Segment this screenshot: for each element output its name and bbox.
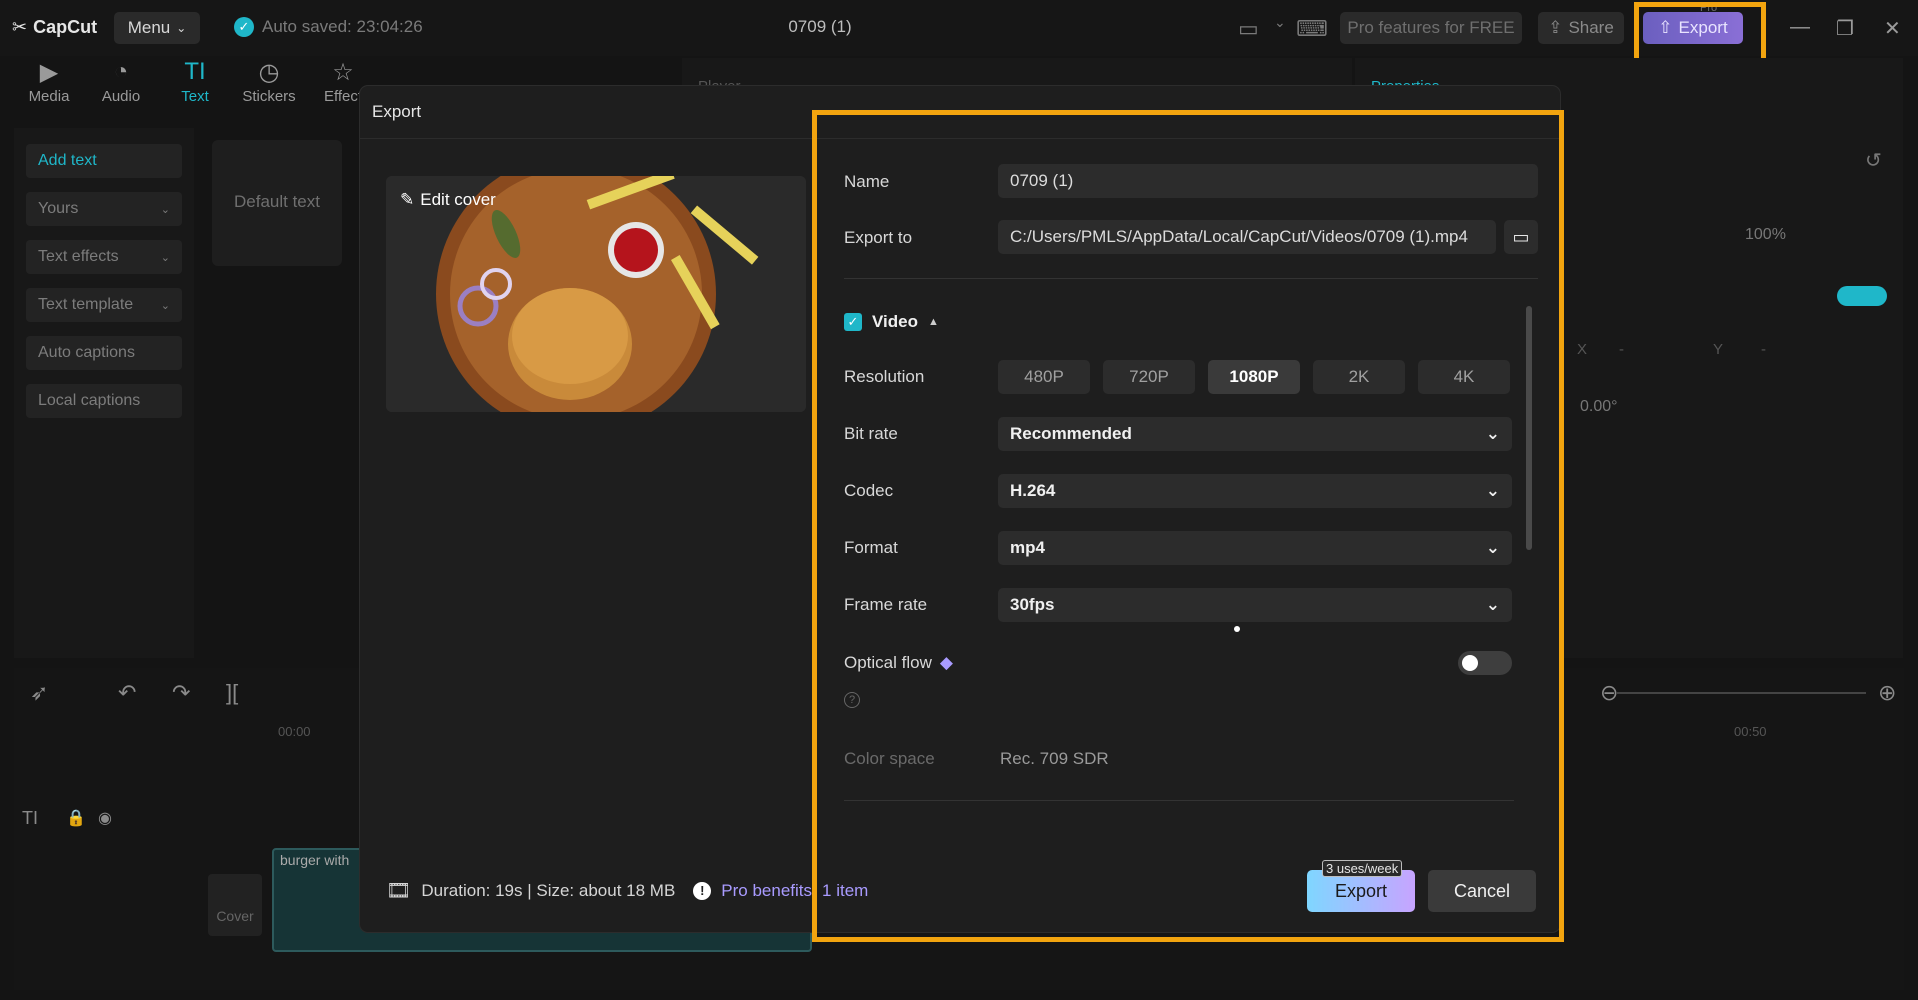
chevron-down-icon: ⌄ [176, 21, 187, 35]
cover-button[interactable]: Cover [208, 874, 262, 936]
auto-captions-item[interactable]: Auto captions [26, 336, 182, 370]
top-bar: ✂ CapCut Menu ⌄ ✓ Auto saved: 23:04:26 0… [0, 0, 1918, 64]
text-icon: TI [184, 58, 206, 85]
chevron-down-icon: ⌄ [160, 203, 170, 216]
export-highlight-box [1634, 2, 1766, 64]
tab-audio[interactable]: ◔ Audio [86, 58, 156, 105]
undo-icon[interactable]: ↶ [118, 680, 136, 706]
check-circle-icon: ✓ [234, 17, 254, 37]
info-icon: ! [693, 881, 712, 900]
lock-icon[interactable]: 🔒 [66, 808, 86, 828]
audio-icon: ◔ [113, 58, 129, 85]
media-icon: ▶ [39, 59, 59, 86]
yours-item[interactable]: Yours ⌄ [26, 192, 182, 226]
edit-cover-button[interactable]: ✎ Edit cover [400, 190, 496, 210]
pro-benefits-link[interactable]: Pro benefits [721, 881, 812, 901]
project-title: 0709 (1) [788, 17, 852, 36]
pencil-icon: ✎ [400, 190, 415, 209]
capcut-window: ✂ CapCut Menu ⌄ ✓ Auto saved: 23:04:26 0… [0, 0, 1918, 1000]
pro-features-free-button[interactable]: Pro features for FREE [1340, 12, 1522, 44]
share-button[interactable]: ⇪ Share [1538, 12, 1624, 44]
text-template-item[interactable]: Text template ⌄ [26, 288, 182, 322]
properties-toggle[interactable] [1837, 286, 1887, 306]
effects-icon: ☆ [332, 59, 354, 86]
default-text-card[interactable]: Default text [212, 140, 342, 266]
layout-icon[interactable]: ▭ [1238, 16, 1259, 42]
tab-stickers[interactable]: ◷ Stickers [234, 58, 304, 105]
text-panel: Add text Yours ⌄ Text effects ⌄ Text templ… [14, 128, 194, 658]
minimize-icon[interactable]: — [1790, 16, 1810, 39]
cursor-icon[interactable]: ➶ [30, 680, 48, 706]
restore-icon[interactable]: ❐ [1836, 16, 1854, 41]
chevron-down-icon: ⌄ [160, 299, 170, 312]
capcut-logo-icon: ✂ [12, 17, 28, 37]
chevron-down-icon: ⌄ [160, 251, 170, 264]
reset-icon[interactable]: ↺ [1865, 148, 1882, 173]
menu-button[interactable]: Menu ⌄ [114, 12, 200, 44]
add-text-item[interactable]: Add text [26, 144, 182, 178]
cover-thumbnail[interactable]: ✎ Edit cover [386, 176, 806, 412]
zoom-slider[interactable] [1616, 692, 1866, 694]
eye-icon[interactable]: ◉ [98, 808, 112, 828]
text-track-icon: TI [22, 808, 38, 828]
dialog-title: Export [372, 102, 422, 121]
share-icon: ⇪ [1548, 18, 1563, 37]
settings-highlight-box [812, 110, 1564, 942]
stickers-icon: ◷ [258, 59, 280, 86]
chevron-down-icon[interactable]: ⌄ [1274, 14, 1286, 31]
redo-icon[interactable]: ↷ [172, 680, 190, 706]
app-logo: ✂ CapCut [12, 17, 98, 37]
export-footer-info: 🎞 Duration: 19s | Size: about 18 MB ! Pr… [386, 880, 869, 902]
film-icon: 🎞 [386, 880, 412, 902]
close-icon[interactable]: ✕ [1884, 16, 1901, 41]
shortcuts-icon[interactable]: ⌨ [1296, 16, 1328, 42]
split-icon[interactable]: ][ [226, 680, 238, 706]
tab-text[interactable]: TI Text [160, 58, 230, 105]
tab-media[interactable]: ▶ Media [14, 58, 84, 105]
local-captions-item[interactable]: Local captions [26, 384, 182, 418]
autosave-status: ✓ Auto saved: 23:04:26 [234, 17, 423, 37]
text-effects-item[interactable]: Text effects ⌄ [26, 240, 182, 274]
burger-image [386, 176, 806, 412]
zoom-in-icon[interactable]: ⊕ [1878, 680, 1896, 706]
